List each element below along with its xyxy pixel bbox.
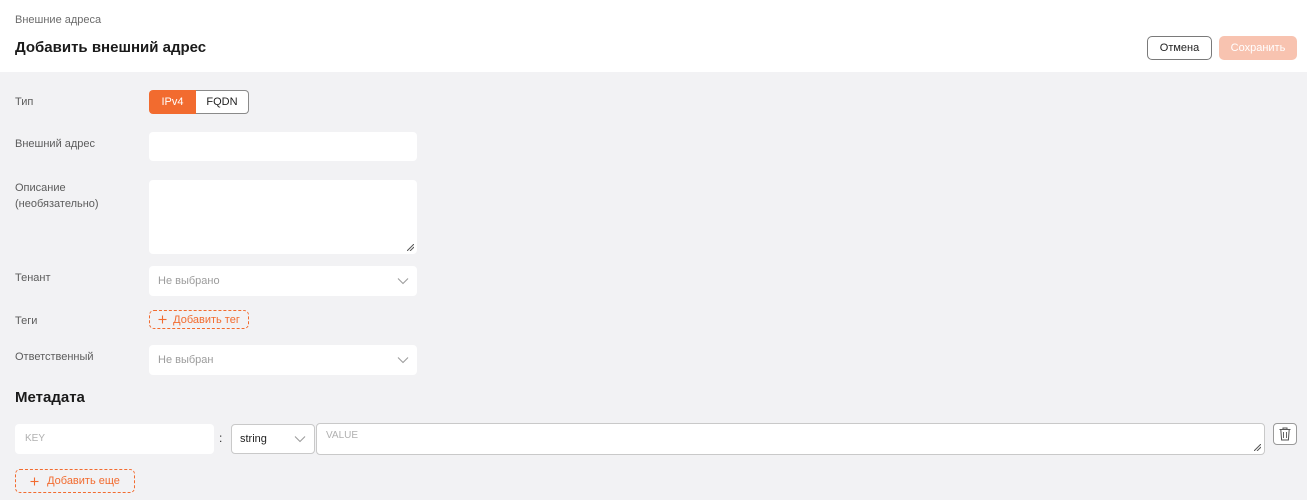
tags-label: Теги [15, 315, 38, 327]
owner-select[interactable]: Не выбран [149, 345, 417, 375]
add-more-button[interactable]: Добавить еще [15, 469, 135, 493]
owner-select-value: Не выбран [158, 354, 214, 366]
page-header: Внешние адреса Добавить внешний адрес От… [0, 0, 1307, 72]
address-label: Внешний адрес [15, 138, 96, 150]
metadata-separator: : [219, 431, 223, 445]
add-tag-button[interactable]: Добавить тег [149, 310, 249, 329]
description-label-line2: (необязательно) [15, 198, 99, 210]
description-label-line1: Описание [15, 182, 66, 194]
plus-icon [30, 477, 39, 485]
description-label: Описание (необязательно) [15, 180, 99, 212]
page-title: Добавить внешний адрес [15, 39, 207, 56]
metadata-value-placeholder: VALUE [326, 430, 359, 441]
metadata-key-input[interactable]: KEY [15, 424, 214, 454]
cancel-button[interactable]: Отмена [1147, 36, 1212, 60]
delete-metadata-button[interactable] [1273, 423, 1297, 445]
type-option-fqdn[interactable]: FQDN [196, 90, 249, 114]
metadata-title: Метадата [15, 389, 85, 406]
tenant-select-value: Не выбрано [158, 275, 220, 287]
description-textarea[interactable] [149, 180, 417, 254]
save-button[interactable]: Сохранить [1219, 36, 1297, 60]
tenant-select[interactable]: Не выбрано [149, 266, 417, 296]
metadata-value-textarea[interactable]: VALUE [316, 423, 1265, 455]
type-option-ipv4[interactable]: IPv4 [149, 90, 196, 114]
type-label: Тип [15, 96, 34, 108]
address-input[interactable] [149, 132, 417, 161]
add-tag-label: Добавить тег [173, 313, 240, 326]
chevron-down-icon [397, 357, 409, 364]
metadata-key-placeholder: KEY [25, 433, 46, 444]
owner-label: Ответственный [15, 351, 94, 363]
add-more-label: Добавить еще [47, 475, 120, 487]
breadcrumb[interactable]: Внешние адреса [15, 14, 101, 26]
type-toggle: IPv4 FQDN [149, 90, 249, 114]
chevron-down-icon [397, 278, 409, 285]
resize-handle-icon[interactable] [407, 244, 414, 251]
tenant-label: Тенант [15, 272, 51, 284]
chevron-down-icon [294, 436, 306, 443]
trash-icon [1279, 427, 1291, 441]
metadata-type-select[interactable]: string [231, 424, 315, 454]
metadata-type-value: string [240, 433, 267, 445]
resize-handle-icon[interactable] [1254, 444, 1261, 451]
plus-icon [158, 315, 167, 324]
